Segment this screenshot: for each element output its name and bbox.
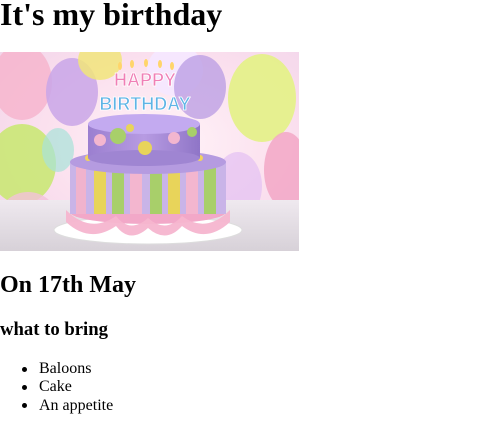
birthday-cake-image: HAPPY BIRTHDAY (0, 52, 299, 251)
list-item: Cake (22, 378, 113, 396)
cake-topper-happy: HAPPY (114, 70, 176, 90)
page: It's my birthday HAPPY BIRTHDAY On 17th … (0, 0, 488, 430)
what-to-bring-heading: what to bring (0, 319, 108, 340)
bullet-icon (22, 403, 27, 409)
cake-topper-birthday: BIRTHDAY (99, 94, 190, 114)
list-item-label: An appetite (39, 396, 114, 414)
bring-list: Baloons Cake An appetite (22, 360, 114, 415)
bullet-icon (22, 384, 27, 390)
event-date-heading: On 17th May (0, 272, 137, 298)
list-item-label: Baloons (39, 360, 92, 377)
bullet-icon (22, 366, 27, 372)
list-item: An appetite (22, 396, 114, 415)
list-item: Baloons (22, 360, 113, 378)
list-item-label: Cake (39, 378, 72, 396)
page-title: It's my birthday (0, 0, 223, 32)
